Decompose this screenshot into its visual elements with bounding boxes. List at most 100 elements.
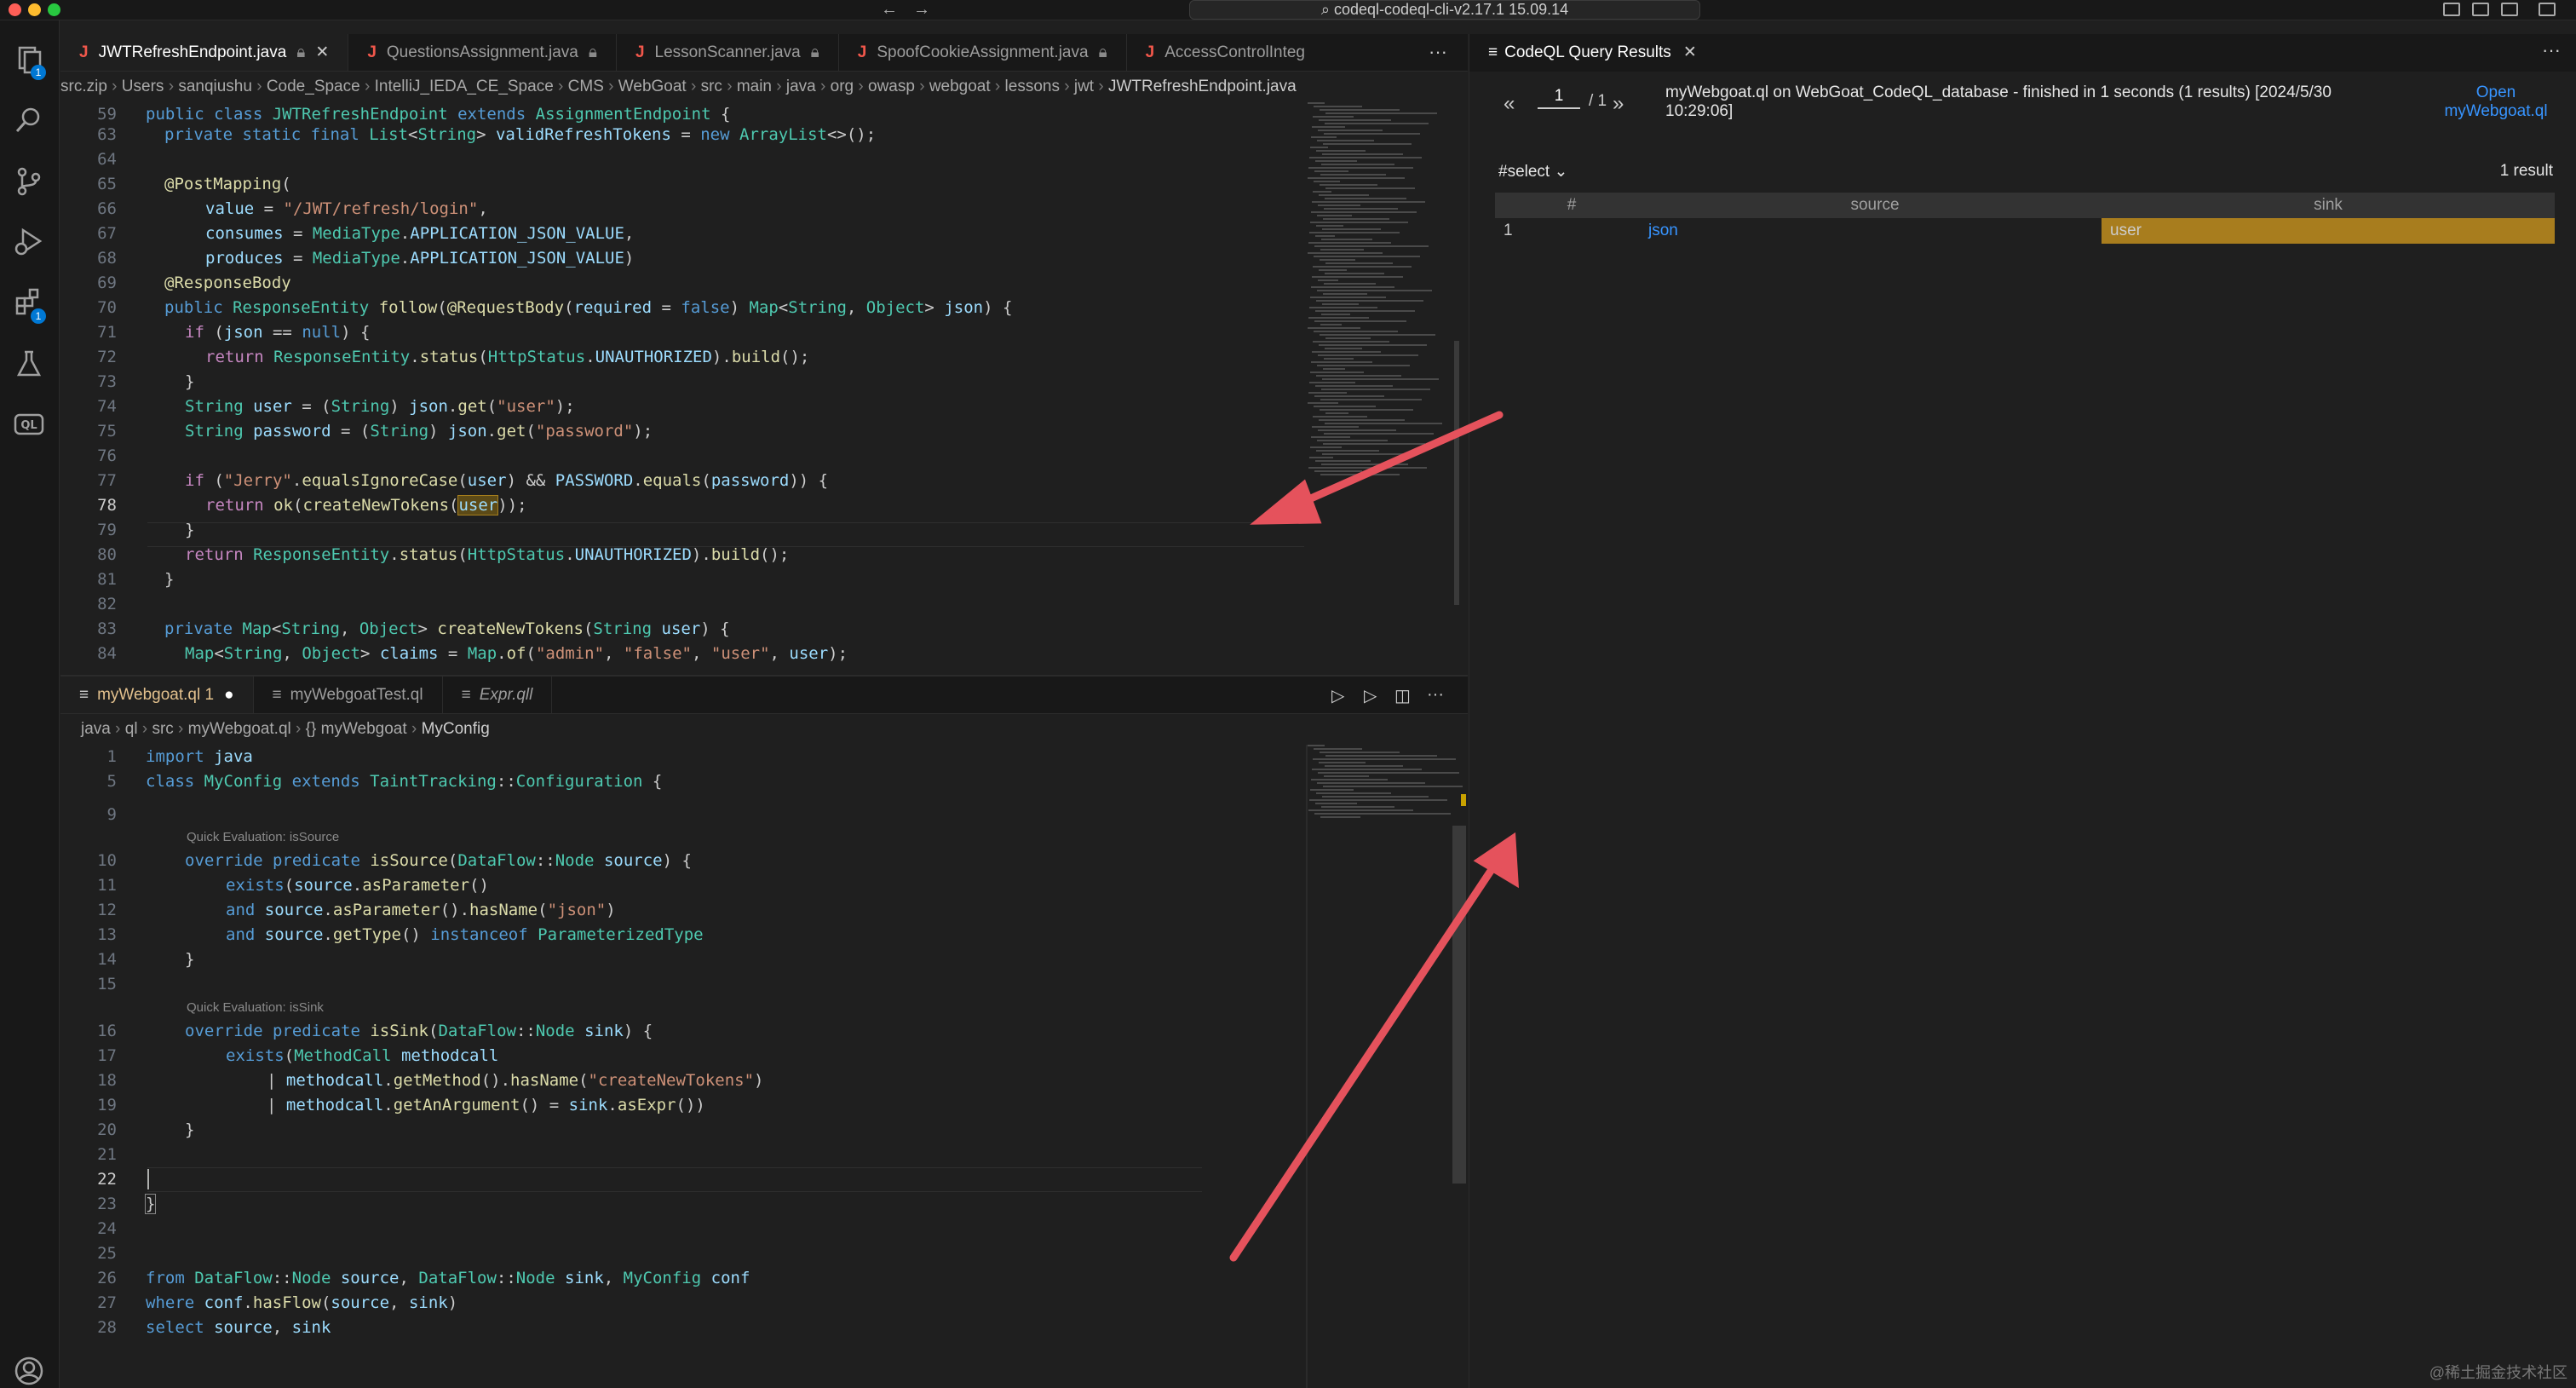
tab-lessonscanner[interactable]: J LessonScanner.java 🔒︎: [617, 34, 839, 71]
close-icon[interactable]: ✕: [315, 43, 329, 61]
minimap-line: [1315, 160, 1357, 162]
ql-code-area[interactable]: 1 import java 5 class MyConfig extends Tai…: [60, 745, 1304, 1388]
breadcrumb-item[interactable]: sanqiushu: [178, 78, 252, 95]
more-actions-icon[interactable]: ···: [2542, 39, 2561, 61]
run-query-debug-icon[interactable]: ▷: [1364, 685, 1377, 706]
page-number-input[interactable]: 1: [1538, 87, 1580, 109]
breadcrumb-item[interactable]: JWTRefreshEndpoint.java: [1108, 78, 1297, 95]
java-file-icon: J: [1145, 43, 1155, 61]
source-control-icon[interactable]: [13, 165, 45, 198]
breadcrumb-item[interactable]: CMS: [568, 78, 604, 95]
lock-icon: 🔒︎: [588, 43, 597, 61]
first-page-icon[interactable]: «: [1504, 92, 1515, 116]
minimap-line: [1309, 382, 1355, 383]
minimap-line: [1314, 395, 1384, 397]
column-header-source[interactable]: source: [1648, 193, 2102, 218]
tab-mywebgoat-ql[interactable]: ≡ myWebgoat.ql 1 ●: [60, 677, 254, 713]
breadcrumb-item[interactable]: WebGoat: [618, 78, 687, 95]
breadcrumb-item[interactable]: jwt: [1074, 78, 1094, 95]
unsaved-dot-icon[interactable]: ●: [224, 686, 233, 704]
more-actions-icon[interactable]: ···: [1427, 685, 1444, 705]
quick-eval-codelens[interactable]: Quick Evaluation: isSink: [187, 1000, 324, 1015]
minimap-line: [1318, 429, 1396, 431]
column-header-index[interactable]: #: [1495, 193, 1648, 218]
close-window-button[interactable]: [9, 3, 21, 16]
minimap[interactable]: [1304, 745, 1463, 830]
minimap-line: [1318, 354, 1418, 356]
breadcrumb-item[interactable]: src.zip: [60, 78, 107, 95]
breadcrumb-separator: ›: [137, 720, 152, 738]
tab-jwtrefreshendpoint[interactable]: J JWTRefreshEndpoint.java 🔒︎ ✕: [60, 34, 349, 71]
breadcrumb-item[interactable]: ql: [125, 720, 138, 738]
breadcrumb-item[interactable]: src: [152, 720, 173, 738]
back-arrow-icon[interactable]: ←: [881, 0, 898, 19]
breadcrumb-item[interactable]: java: [786, 78, 816, 95]
breadcrumb-item[interactable]: lessons: [1005, 78, 1060, 95]
command-center[interactable]: ⌕ codeql-codeql-cli-v2.17.1 15.09.14: [1189, 0, 1700, 20]
breadcrumb-item[interactable]: owasp: [868, 78, 915, 95]
minimap-line: [1313, 191, 1331, 193]
tab-accesscontrolinteg[interactable]: J AccessControlInteg: [1127, 34, 1324, 71]
minimap-line: [1321, 239, 1372, 240]
java-file-icon: J: [79, 43, 89, 61]
breadcrumb-item[interactable]: MyConfig: [422, 720, 490, 738]
more-actions-icon[interactable]: ···: [1429, 41, 1447, 63]
minimap-line: [1317, 440, 1388, 441]
minimap-line: [1320, 399, 1422, 400]
tab-expr-qll[interactable]: ≡ Expr.qll: [443, 677, 553, 713]
run-debug-icon[interactable]: [13, 225, 45, 257]
breadcrumb-item[interactable]: src: [701, 78, 722, 95]
account-icon[interactable]: [13, 1355, 45, 1387]
zoom-window-button[interactable]: [48, 3, 60, 16]
java-editor-group: J JWTRefreshEndpoint.java 🔒︎ ✕ J QuestionsAss…: [60, 34, 1468, 675]
java-code-area[interactable]: 59 public class JWTRefreshEndpoint extend…: [60, 102, 1304, 675]
minimap-line: [1311, 136, 1337, 138]
breadcrumb-item[interactable]: myWebgoat.ql: [188, 720, 291, 738]
run-query-icon[interactable]: ▷: [1331, 685, 1344, 706]
row-index: 1: [1504, 222, 1513, 239]
toggle-secondary-sidebar-icon[interactable]: [2501, 3, 2518, 16]
breadcrumb-separator: ›: [990, 78, 1005, 95]
breadcrumb-item[interactable]: java: [81, 720, 111, 738]
forward-arrow-icon[interactable]: →: [913, 0, 930, 19]
lock-icon: 🔒︎: [296, 43, 306, 61]
breadcrumb-item[interactable]: {} myWebgoat: [306, 720, 407, 738]
last-page-icon[interactable]: »: [1613, 92, 1624, 116]
minimap-line: [1320, 816, 1360, 818]
scrollbar[interactable]: [1452, 826, 1466, 1184]
minimap-line: [1318, 204, 1360, 206]
minimap-line: [1318, 130, 1383, 131]
split-editor-icon[interactable]: ◫: [1394, 685, 1411, 706]
breadcrumb-item[interactable]: Users: [122, 78, 164, 95]
minimap-line: [1322, 796, 1429, 798]
toggle-sidebar-icon[interactable]: [2443, 3, 2460, 16]
tab-questionsassignment[interactable]: J QuestionsAssignment.java 🔒︎: [348, 34, 617, 71]
close-icon[interactable]: ✕: [1683, 43, 1697, 61]
column-header-sink[interactable]: sink: [2102, 193, 2555, 218]
minimize-window-button[interactable]: [28, 3, 41, 16]
minimap-line: [1312, 426, 1359, 428]
tab-mywebgoattest-ql[interactable]: ≡ myWebgoatTest.ql: [254, 677, 443, 713]
tab-codeql-query-results[interactable]: ≡ CodeQL Query Results ✕: [1469, 34, 1697, 72]
breadcrumb-item[interactable]: Code_Space: [267, 78, 360, 95]
result-set-dropdown[interactable]: #select ⌄: [1498, 162, 1567, 181]
minimap-line: [1325, 412, 1348, 414]
breadcrumb-separator: ›: [1094, 78, 1108, 95]
breadcrumb-item[interactable]: IntelliJ_IEDA_CE_Space: [375, 78, 554, 95]
breadcrumb-item[interactable]: webgoat: [929, 78, 991, 95]
tab-spoofcookieassignment[interactable]: J SpoofCookieAssignment.java 🔒︎: [839, 34, 1127, 71]
codeql-icon[interactable]: QL: [13, 407, 45, 440]
open-query-link[interactable]: Open myWebgoat.ql: [2432, 84, 2560, 121]
search-icon[interactable]: [13, 104, 45, 136]
minimap[interactable]: [1304, 102, 1458, 503]
breadcrumb-item[interactable]: main: [737, 78, 772, 95]
quick-eval-codelens[interactable]: Quick Evaluation: isSource: [187, 830, 339, 844]
scrollbar[interactable]: [1454, 341, 1459, 605]
sink-link[interactable]: user: [2110, 222, 2142, 239]
customize-layout-icon[interactable]: [2539, 3, 2556, 16]
minimap-line: [1316, 150, 1366, 152]
testing-flask-icon[interactable]: [13, 348, 45, 380]
source-link[interactable]: json: [1648, 222, 1678, 239]
toggle-panel-icon[interactable]: [2472, 3, 2489, 16]
breadcrumb-item[interactable]: org: [831, 78, 854, 95]
